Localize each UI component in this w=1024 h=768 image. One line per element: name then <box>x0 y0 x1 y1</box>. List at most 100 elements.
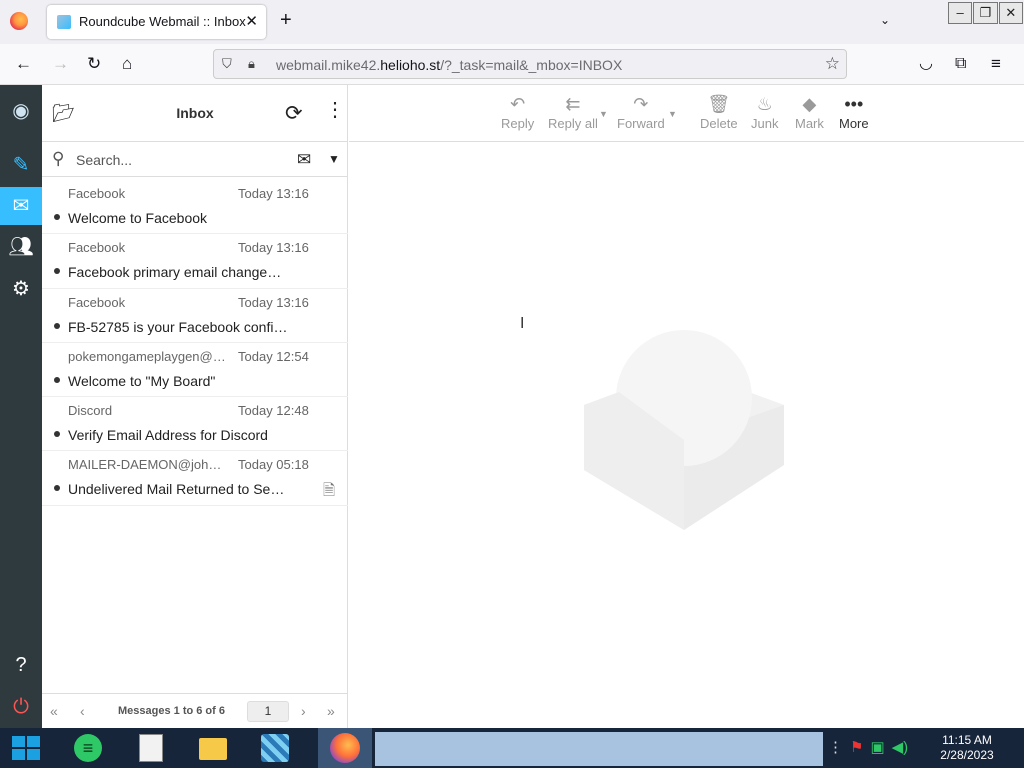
message-date: Today 05:18 <box>238 457 309 473</box>
tray-overflow-icon[interactable]: ⋮ <box>828 738 843 756</box>
unread-dot-icon[interactable] <box>54 431 60 438</box>
forward-dropdown-icon[interactable]: ▼ <box>668 109 677 119</box>
list-options-icon[interactable]: ⋮ <box>325 99 345 121</box>
back-icon[interactable]: ← <box>15 54 32 74</box>
next-page-icon[interactable]: › <box>301 703 306 719</box>
empty-watermark-logo <box>584 330 784 530</box>
network-icon[interactable]: ▣ <box>870 738 884 756</box>
system-tray: ⋮ ⚑ ▣ ◀) <box>828 738 908 756</box>
browser-tab-strip: Roundcube Webmail :: Inbox ✕ + ⌄ – ❐ ✕ <box>0 0 1024 44</box>
taskbar-notes-app-icon[interactable]: ≡ <box>72 732 106 764</box>
junk-button[interactable]: ♨ Junk <box>751 93 778 133</box>
pocket-icon[interactable]: ◡ <box>919 54 933 74</box>
forward-button[interactable]: ↷ Forward <box>617 93 665 133</box>
roundcube-logo-icon[interactable]: ◉ <box>0 99 42 123</box>
reload-icon[interactable]: ↻ <box>87 54 101 74</box>
address-bar[interactable]: ⛉ 🔒︎ webmail.mike42.helioho.st/?_task=ma… <box>213 49 847 79</box>
fire-icon: ♨ <box>756 94 773 114</box>
power-icon[interactable]: ⏻ <box>0 695 42 719</box>
delete-button[interactable]: 🗑︎ Delete <box>700 93 738 133</box>
app-sidebar: ◉ ✎ ✉ 👥︎ ⚙ ? ⏻ <box>0 85 42 728</box>
taskbar-document-app-icon[interactable] <box>134 732 168 764</box>
message-row[interactable]: MAILER-DAEMON@johnny.… Today 05:18 Undeliv… <box>42 451 348 506</box>
last-page-icon[interactable]: » <box>327 703 335 719</box>
tracking-shield-icon[interactable]: ⛉ <box>222 56 232 72</box>
taskbar-app-icon[interactable] <box>258 732 292 764</box>
search-bar: ⚲ ✉ ▼ <box>42 143 348 177</box>
new-tab-button[interactable]: + <box>280 10 292 30</box>
previous-page-icon[interactable]: ‹ <box>80 703 85 719</box>
page-number-input[interactable]: 1 <box>247 701 289 722</box>
unread-dot-icon[interactable] <box>54 376 60 383</box>
attachment-icon: 🗎︎ <box>323 482 336 500</box>
lock-icon[interactable]: 🔒︎ <box>248 56 255 72</box>
message-subject: Welcome to Facebook <box>68 210 208 226</box>
message-row[interactable]: Facebook Today 13:16 Facebook primary emai… <box>42 234 348 289</box>
message-row[interactable]: pokemongameplaygen@g… Today 12:54 Welcome … <box>42 343 348 398</box>
message-subject: Verify Email Address for Discord <box>68 427 268 444</box>
unread-dot-icon[interactable] <box>54 268 60 275</box>
taskbar-active-window-band[interactable] <box>375 732 823 766</box>
reply-button[interactable]: ↶ Reply <box>501 93 534 133</box>
restore-button[interactable]: ❐ <box>973 2 998 24</box>
system-clock[interactable]: 11:15 AM 2/28/2023 <box>930 733 1004 763</box>
clock-time: 11:15 AM <box>942 733 992 747</box>
message-content-pane: ↶ Reply ⇇ Reply all ▼ ↷ Forward ▼ 🗑︎ Delete … <box>349 85 1024 728</box>
list-all-tabs-icon[interactable]: ⌄ <box>880 13 890 27</box>
unread-dot-icon[interactable] <box>54 485 60 492</box>
reply-all-dropdown-icon[interactable]: ▼ <box>599 109 608 119</box>
refresh-icon[interactable]: ⟳ <box>285 101 303 126</box>
message-date: Today 13:16 <box>238 294 309 310</box>
message-sender: MAILER-DAEMON@johnny.… <box>68 457 228 473</box>
taskbar-file-explorer-icon[interactable] <box>196 732 230 764</box>
taskbar: ≡ ⋮ ⚑ ▣ ◀) 11:15 AM 2/28/2023 <box>0 728 1024 768</box>
extensions-icon[interactable]: ⧉ <box>955 54 966 74</box>
first-page-icon[interactable]: « <box>50 703 58 719</box>
taskbar-firefox-icon[interactable] <box>318 728 372 768</box>
message-date: Today 12:54 <box>238 348 309 364</box>
envelope-icon[interactable]: ✉ <box>0 187 42 225</box>
reply-icon: ↶ <box>510 94 526 114</box>
reply-all-icon: ⇇ <box>565 94 581 114</box>
bookmark-star-icon[interactable]: ☆ <box>825 54 840 74</box>
message-row[interactable]: Facebook Today 13:16 FB-52785 is your Face… <box>42 289 348 343</box>
unread-dot-icon[interactable] <box>54 322 60 329</box>
message-row[interactable]: Facebook Today 13:16 Welcome to Facebook <box>42 180 348 235</box>
trash-icon: 🗑︎ <box>707 94 731 114</box>
message-count: Messages 1 to 6 of 6 <box>118 705 225 717</box>
tab-close-icon[interactable]: ✕ <box>245 12 258 30</box>
list-header: 📂︎ Inbox ⟳ ⋮ <box>42 85 348 142</box>
unread-dot-icon[interactable] <box>54 214 60 220</box>
help-icon[interactable]: ? <box>0 653 42 677</box>
search-icon[interactable]: ⚲ <box>52 149 64 169</box>
app-menu-icon[interactable]: ≡ <box>991 54 1001 74</box>
forward-icon: ↷ <box>633 94 649 114</box>
volume-icon[interactable]: ◀) <box>892 738 909 756</box>
message-subject: FB-52785 is your Facebook confir… <box>68 318 288 335</box>
search-scope-envelope-icon[interactable]: ✉ <box>297 150 311 170</box>
tab-title: Roundcube Webmail :: Inbox <box>79 14 246 29</box>
search-input[interactable] <box>76 150 256 170</box>
contacts-icon[interactable]: 👥︎ <box>0 235 42 259</box>
reply-all-button[interactable]: ⇇ Reply all <box>548 93 598 133</box>
list-pagination: « ‹ Messages 1 to 6 of 6 1 › » <box>42 693 348 728</box>
tab-roundcube-inbox[interactable]: Roundcube Webmail :: Inbox ✕ <box>47 5 266 39</box>
gear-icon[interactable]: ⚙ <box>0 277 42 301</box>
firefox-menu-icon[interactable] <box>10 12 28 30</box>
action-center-flag-icon[interactable]: ⚑ <box>850 738 863 756</box>
mark-button[interactable]: ◆ Mark <box>795 93 824 133</box>
more-button[interactable]: ••• More <box>839 93 869 133</box>
message-subject: Facebook primary email changed… <box>68 264 288 281</box>
message-subject: Undelivered Mail Returned to Sen… <box>68 481 288 498</box>
minimize-button[interactable]: – <box>948 2 973 24</box>
message-sender: Facebook <box>68 186 126 201</box>
compose-icon[interactable]: ✎ <box>0 153 42 177</box>
chevron-down-icon[interactable]: ▼ <box>328 152 340 166</box>
start-button[interactable] <box>8 732 44 764</box>
url-text[interactable]: webmail.mike42.helioho.st/?_task=mail&_m… <box>276 57 622 73</box>
home-icon[interactable]: ⌂ <box>122 54 132 74</box>
browser-navigation-bar: ← → ↻ ⌂ ⛉ 🔒︎ webmail.mike42.helioho.st/?… <box>0 44 1024 85</box>
message-row[interactable]: Discord Today 12:48 Verify Email Address f… <box>42 397 348 452</box>
message-sender: pokemongameplaygen@g… <box>68 348 228 364</box>
close-window-button[interactable]: ✕ <box>998 2 1023 24</box>
